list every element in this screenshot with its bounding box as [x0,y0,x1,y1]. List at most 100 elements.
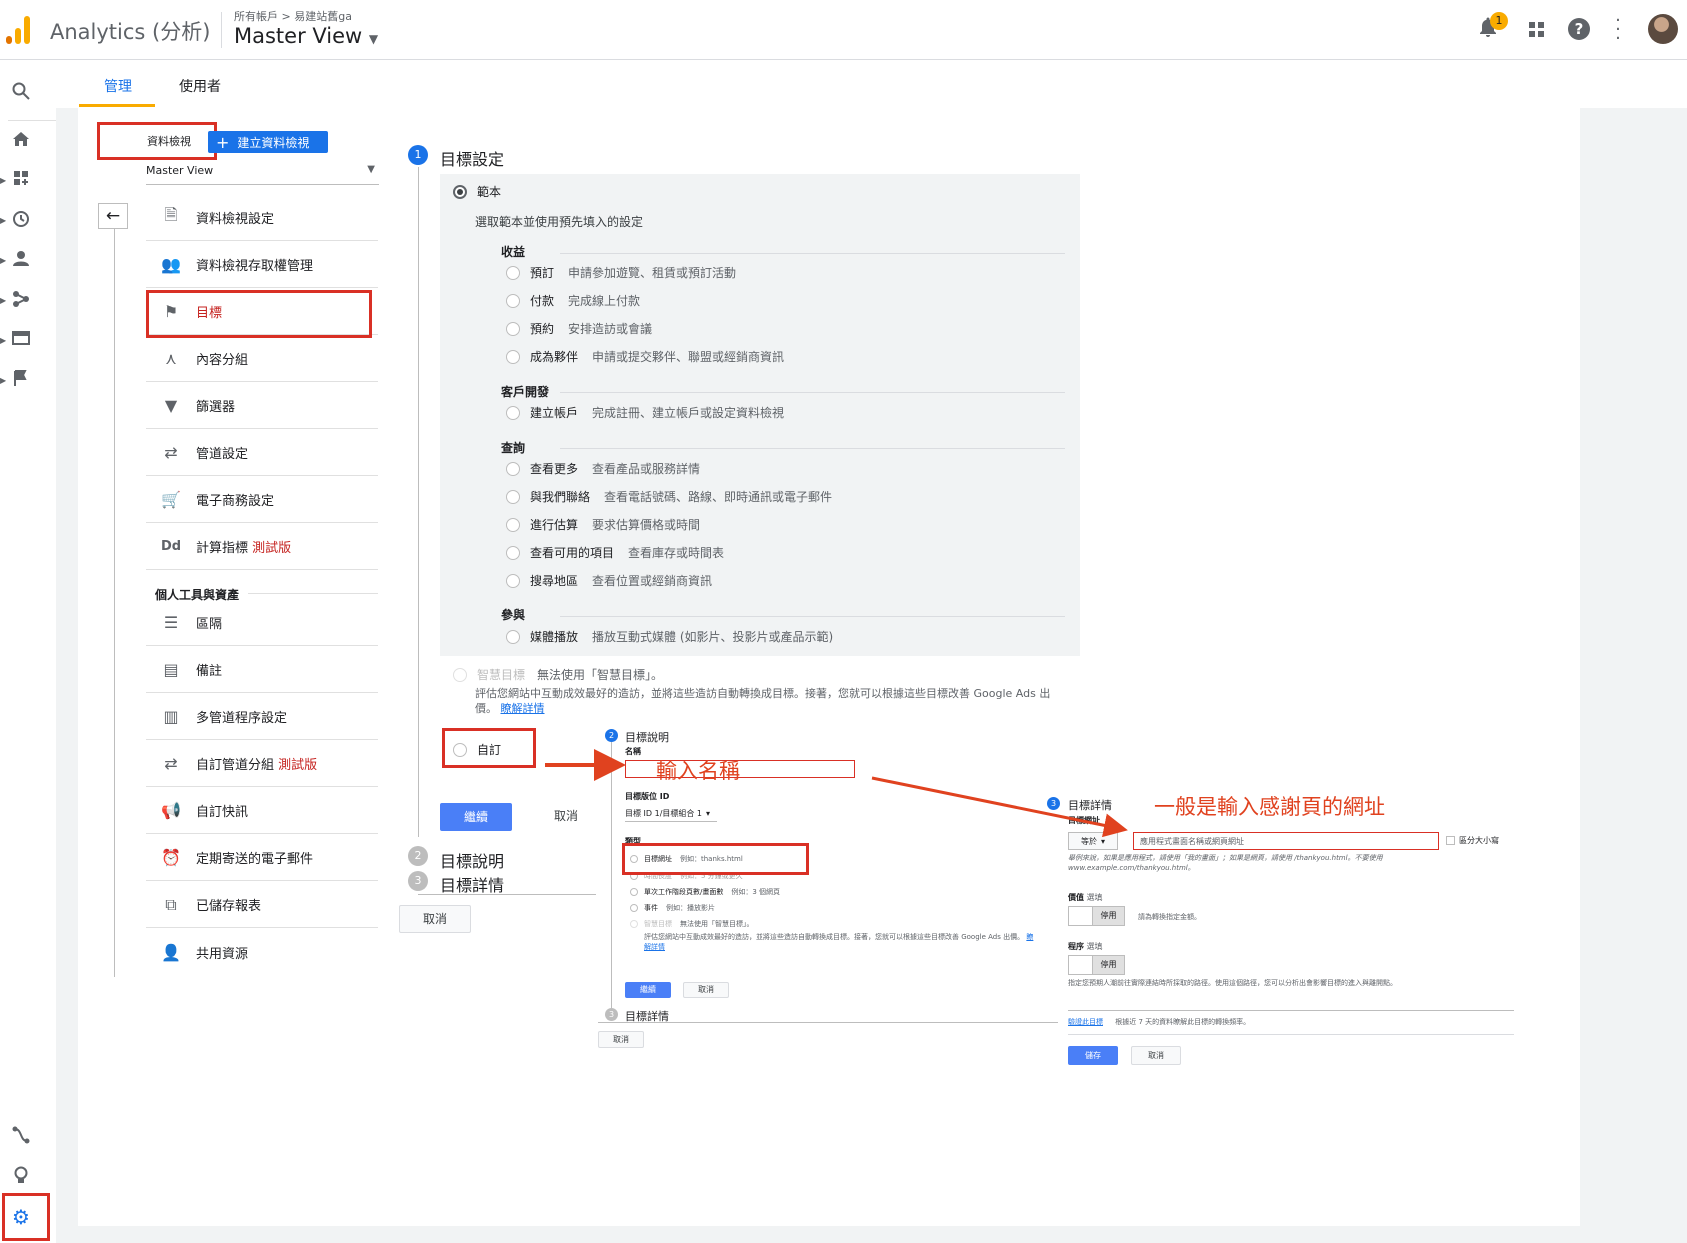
back-button[interactable]: ← [98,203,128,229]
template-option-row[interactable]: 與我們聯絡 查看電話號碼、路線、即時通訊或電子郵件 [506,488,832,505]
menu-filters[interactable]: ▼ 篩選器 [146,383,378,429]
cancel-button[interactable]: 取消 [530,803,602,831]
section-divider [560,616,1065,617]
menu-label: 計算指標 [196,541,249,556]
inset1-slot-select[interactable]: 目標 ID 1/目標組合 1 ▾ [625,806,717,822]
inset2-url-input[interactable]: 應用程式畫面名稱或網頁網址 [1133,832,1439,850]
smart-goal-label: 智慧目標 [477,668,526,682]
template-option-row[interactable]: 付款 完成線上付款 [506,292,640,309]
continue-button[interactable]: 繼續 [440,803,512,831]
menu-label: 內容分組 [196,353,249,368]
menu-share-assets[interactable]: 👤 共用資源 [146,929,378,975]
view-selector[interactable]: Master View ▼ [234,24,378,48]
radio[interactable] [506,545,520,560]
expand-arrow-icon[interactable]: ▶ [0,336,6,345]
checkbox[interactable] [1446,836,1455,845]
radio[interactable] [506,489,520,504]
help-icon[interactable]: ? [1568,18,1590,40]
verify-link[interactable]: 驗證此目標 [1068,1018,1103,1026]
template-option-row[interactable]: 查看可用的項目 查看庫存或時間表 [506,544,724,561]
inset1-continue-button[interactable]: 繼續 [625,982,671,998]
tab-users[interactable]: 使用者 [179,76,221,96]
lightbulb-icon[interactable] [10,1166,32,1188]
tab-admin[interactable]: 管理 [104,76,132,96]
menu-view-access[interactable]: 👥 資料檢視存取權管理 [146,242,378,288]
menu-view-settings[interactable]: 🗎 資料檢視設定 [146,195,378,241]
caret-down-icon: ▾ [706,809,711,818]
radio[interactable] [506,629,520,644]
template-option[interactable]: 範本 [453,183,501,200]
menu-annotations[interactable]: ▤ 備註 [146,647,378,693]
section-title: 客戶開發 [501,385,550,399]
clock-icon[interactable] [10,210,32,232]
caret-down-icon: ▾ [1100,836,1105,846]
template-option-row[interactable]: 預訂 申請參加遊覽、租賃或預訂活動 [506,264,736,281]
radio[interactable] [506,321,520,336]
option-desc: 要求估算價格或時間 [592,518,701,532]
learn-more-link[interactable]: 瞭解詳情 [501,702,545,715]
analytics-logo[interactable] [6,16,32,44]
create-view-button[interactable]: + 建立資料檢視 [208,131,328,153]
more-vert-icon[interactable]: · · · [1614,12,1622,48]
account-breadcrumb[interactable]: 所有帳戶 > 易建站舊ga [234,8,352,24]
radio[interactable] [506,517,520,532]
radio[interactable] [630,904,638,912]
radio[interactable] [506,573,520,588]
inset2-match-select[interactable]: 等於 ▾ [1068,832,1118,850]
home-icon[interactable] [10,131,32,153]
person-icon[interactable] [10,250,32,272]
radio[interactable] [630,888,638,896]
menu-saved-reports[interactable]: ⧉ 已儲存報表 [146,882,378,928]
inset1-bottom-cancel[interactable]: 取消 [598,1031,644,1048]
expand-arrow-icon[interactable]: ▶ [0,376,6,385]
attribution-icon[interactable] [10,1126,32,1148]
customization-icon[interactable] [10,170,32,192]
expand-arrow-icon[interactable]: ▶ [0,256,6,265]
template-option-row[interactable]: 進行估算 要求估算價格或時間 [506,516,700,533]
apps-grid-icon[interactable] [1528,21,1546,39]
view-select[interactable]: Master View ▼ [146,164,379,185]
inset2-value-toggle[interactable]: 停用 [1068,906,1125,926]
radio[interactable] [506,293,520,308]
inset1-type-row[interactable]: 單次工作階段頁數/畫面數 例如：3 個網頁 [630,887,780,897]
expand-arrow-icon[interactable]: ▶ [0,176,6,185]
radio[interactable] [506,349,520,364]
menu-scheduled-emails[interactable]: ⏰ 定期寄送的電子郵件 [146,835,378,881]
template-option-row[interactable]: 預約 安排造訪或會議 [506,320,652,337]
case-sensitive-checkbox[interactable]: 區分大小寫 [1446,835,1499,846]
expand-arrow-icon[interactable]: ▶ [0,216,6,225]
radio-selected[interactable] [453,184,467,199]
option-name: 與我們聯絡 [530,490,591,504]
menu-multichannel[interactable]: ▥ 多管道程序設定 [146,694,378,740]
bottom-cancel-button[interactable]: 取消 [399,905,471,933]
template-option-row[interactable]: 媒體播放 播放互動式媒體 (如影片、投影片或產品示範) [506,628,833,645]
menu-custom-channel-grouping[interactable]: ⇄ 自訂管道分組 測試版 [146,741,378,787]
option-name: 預訂 [530,266,555,280]
inset2-cancel-button[interactable]: 取消 [1131,1046,1181,1065]
flag-icon[interactable] [10,370,32,392]
menu-calculated-metrics[interactable]: Dd 計算指標 測試版 [146,524,378,570]
filter-icon: ▼ [164,396,178,415]
search-icon[interactable] [10,82,32,104]
optional-label: 選填 [1086,893,1103,902]
inset1-type-row[interactable]: 事件 例如：播放影片 [630,903,715,913]
radio[interactable] [506,461,520,476]
template-option-row[interactable]: 搜尋地區 查看位置或經銷商資訊 [506,572,712,589]
inset1-cancel-button[interactable]: 取消 [683,982,729,998]
menu-channel-settings[interactable]: ⇄ 管道設定 [146,430,378,476]
template-option-row[interactable]: 建立帳戶 完成註冊、建立帳戶或設定資料檢視 [506,404,784,421]
radio[interactable] [506,265,520,280]
inset2-save-button[interactable]: 儲存 [1068,1046,1118,1065]
menu-ecommerce[interactable]: 🛒 電子商務設定 [146,477,378,523]
template-option-row[interactable]: 成為夥伴 申請或提交夥伴、聯盟或經銷商資訊 [506,348,784,365]
radio[interactable] [506,405,520,420]
template-option-row[interactable]: 查看更多 查看產品或服務詳情 [506,460,700,477]
menu-custom-alerts[interactable]: 📢 自訂快訊 [146,788,378,834]
menu-segments[interactable]: ☰ 區隔 [146,600,378,646]
behavior-icon[interactable] [10,330,32,352]
expand-arrow-icon[interactable]: ▶ [0,296,6,305]
inset2-funnel-toggle[interactable]: 停用 [1068,955,1125,975]
menu-content-grouping[interactable]: ⋏ 內容分組 [146,336,378,382]
acquisition-icon[interactable] [10,290,32,312]
avatar[interactable] [1648,14,1678,44]
